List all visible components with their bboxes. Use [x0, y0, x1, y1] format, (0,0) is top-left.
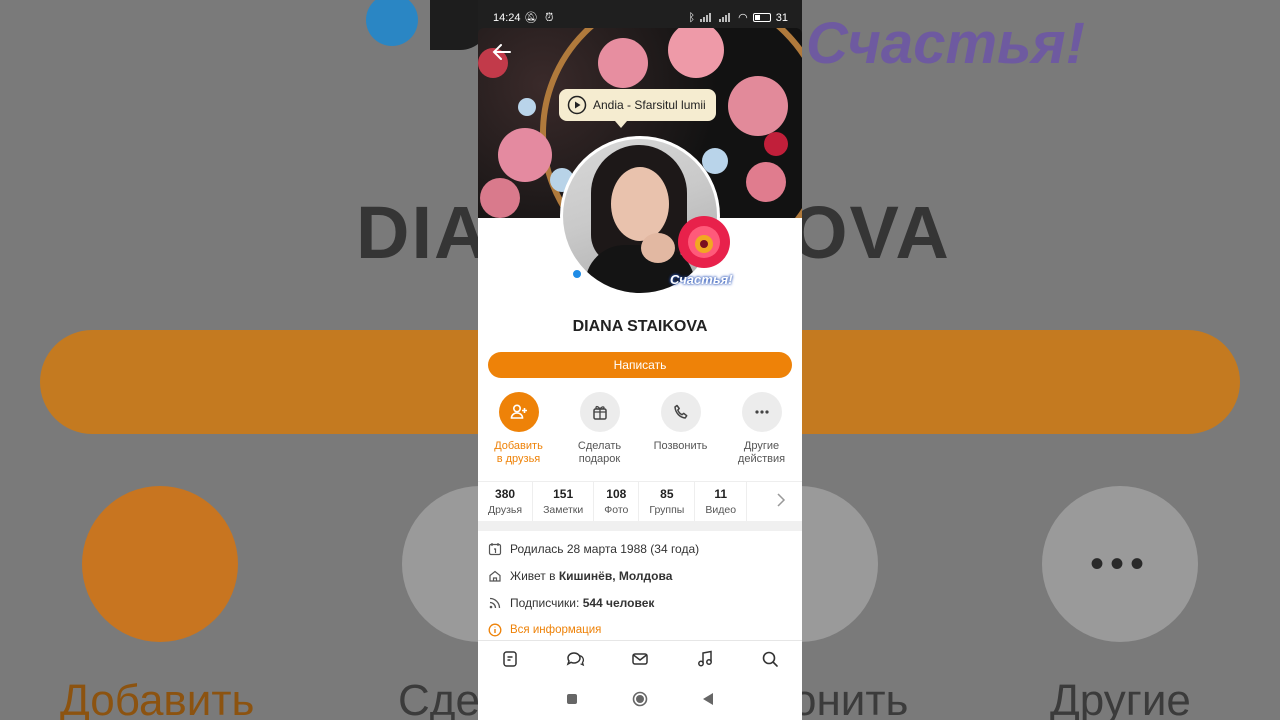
home-icon [489, 570, 501, 582]
signal-icon [700, 13, 714, 22]
all-info-text: Вся информация [510, 624, 602, 636]
tab-search[interactable] [760, 649, 780, 674]
stat-groups[interactable]: 85 Группы [639, 482, 696, 521]
bg-circle [82, 486, 238, 642]
status-notification-icons: 🔕︎ ⏰︎ [524, 12, 556, 24]
online-indicator [571, 268, 583, 280]
system-nav-bar [478, 682, 802, 720]
play-icon [567, 95, 587, 115]
add-friend-icon [498, 392, 539, 432]
call-label: Позвонить [653, 440, 708, 452]
call-button[interactable]: Позвонить [640, 392, 721, 466]
stat-notes[interactable]: 151 Заметки [533, 482, 595, 521]
bg-more-dots: ••• [1090, 542, 1151, 586]
sticker: Счастья! [668, 210, 740, 292]
face-shape [611, 167, 669, 241]
make-gift-label: Сделать подарок [577, 440, 622, 465]
music-icon [697, 650, 712, 667]
bg-script-text: Счастья! [806, 11, 1085, 76]
info-icon [488, 623, 502, 637]
rss-icon [489, 597, 501, 609]
info-location: Живет в Кишинёв, Молдова [488, 569, 798, 583]
mail-icon [632, 653, 648, 665]
flower [598, 38, 648, 88]
signal-icon [719, 13, 733, 22]
flower [498, 128, 552, 182]
system-back-button[interactable] [702, 692, 714, 711]
status-right: ᛒ ◠ 31 [688, 11, 788, 25]
search-icon [762, 651, 778, 667]
flower [764, 132, 788, 156]
flower [746, 162, 786, 202]
bg-name-right: OVA [790, 191, 951, 274]
subscribers-text: Подписчики: 544 человек [510, 596, 655, 610]
make-gift-button[interactable]: Сделать подарок [559, 392, 640, 466]
sticker-text: Счастья! [670, 272, 733, 287]
feed-icon [503, 651, 518, 667]
back-arrow-icon [492, 44, 511, 60]
info-subscribers[interactable]: Подписчики: 544 человек [488, 596, 798, 610]
flower [518, 98, 536, 116]
profile-actions: Добавить в друзья Сделать подарок Позвонит… [478, 392, 802, 466]
other-actions-button[interactable]: Другие действия [721, 392, 802, 466]
flower [728, 76, 788, 136]
phone-icon [660, 392, 701, 432]
back-button[interactable] [490, 40, 514, 64]
gift-icon [579, 392, 620, 432]
tab-feed[interactable] [500, 649, 520, 674]
bg-name-left: DIA [356, 191, 490, 274]
circle-home-icon [632, 691, 648, 706]
bg-label: Добавить [60, 676, 255, 720]
section-divider [478, 521, 802, 531]
bg-label: Другие [1050, 676, 1191, 720]
more-icon [741, 392, 782, 432]
chat-bubbles-icon [566, 652, 585, 667]
stat-videos[interactable]: 11 Видео [695, 482, 748, 521]
flower [480, 178, 520, 218]
recents-button[interactable] [566, 692, 578, 710]
write-message-button[interactable]: Написать [488, 352, 792, 378]
bg-label: Сде [398, 676, 480, 720]
tab-music[interactable] [695, 649, 715, 674]
profile-name: DIANA STAIKOVA [572, 318, 708, 335]
square-icon [567, 694, 577, 704]
birthday-text: Родилась 28 марта 1988 (34 года) [510, 542, 700, 556]
calendar-icon [488, 543, 502, 556]
tab-messages[interactable] [630, 649, 650, 674]
add-friend-label: Добавить в друзья [494, 440, 543, 465]
add-friend-button[interactable]: Добавить в друзья [478, 392, 559, 466]
phone-screen: 14:24 🔕︎ ⏰︎ ᛒ ◠ 31 Andia - Sfarsitul lum… [478, 0, 802, 720]
other-actions-label: Другие действия [737, 440, 786, 465]
battery-icon [752, 13, 771, 22]
bluetooth-icon: ᛒ [688, 11, 696, 24]
triangle-back-icon [703, 692, 713, 705]
tab-discussions[interactable] [565, 649, 585, 674]
stat-friends[interactable]: 380 Друзья [478, 482, 534, 521]
bg-label: онить [792, 676, 909, 720]
stats-chevron-right-icon[interactable] [776, 492, 786, 513]
home-button[interactable] [632, 691, 648, 712]
location-text: Живет в Кишинёв, Молдова [510, 569, 673, 583]
status-time: 14:24 [493, 12, 521, 24]
bg-blue-shape [366, 0, 418, 46]
wifi-icon: ◠ [738, 12, 748, 24]
info-birthday: Родилась 28 марта 1988 (34 года) [488, 542, 798, 556]
stat-photos[interactable]: 108 Фото [594, 482, 640, 521]
bottom-tab-bar [478, 640, 802, 682]
music-track-label: Andia - Sfarsitul lumii [593, 98, 706, 112]
profile-stats: 380 Друзья 151 Заметки 108 Фото 85 Группы 11… [478, 481, 802, 521]
music-status[interactable]: Andia - Sfarsitul lumii [559, 89, 716, 128]
all-info-link[interactable]: Вся информация [488, 623, 798, 637]
battery-level: 31 [775, 11, 788, 24]
